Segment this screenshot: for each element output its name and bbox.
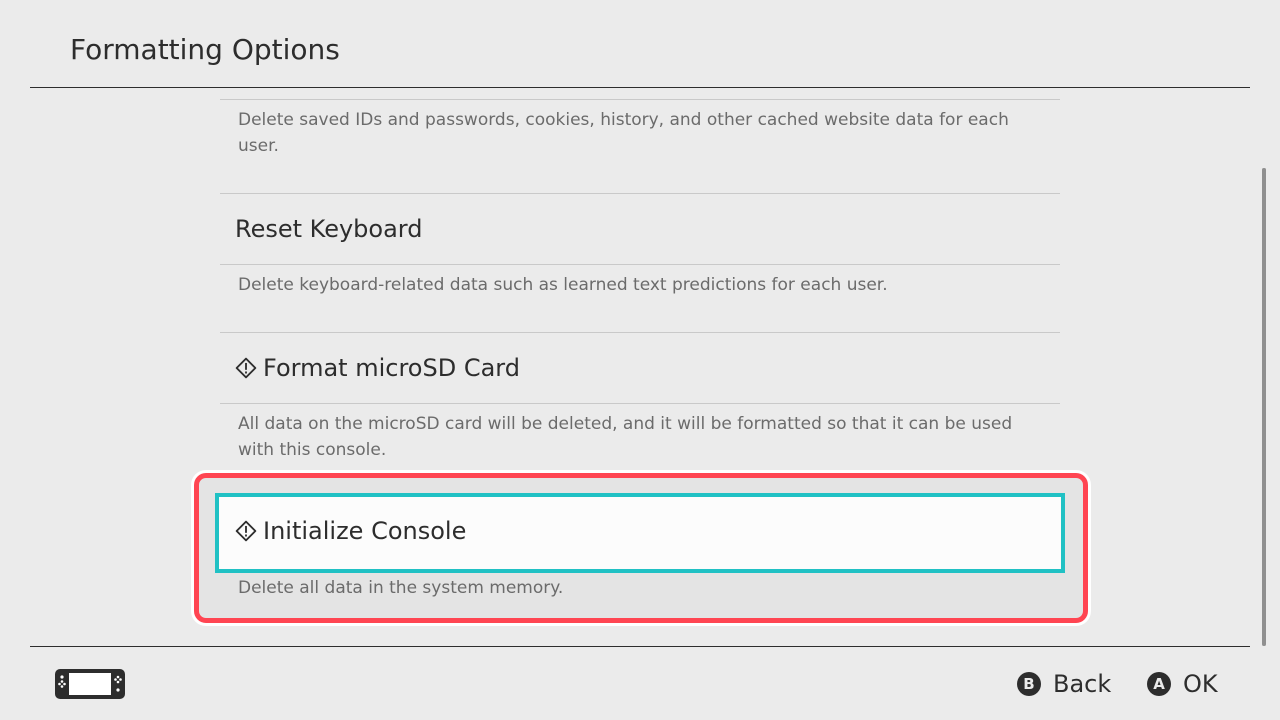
settings-list[interactable]: Delete saved IDs and passwords, cookies,… [0, 88, 1280, 646]
list-divider [220, 193, 1060, 194]
item-title: Format microSD Card [263, 354, 520, 382]
format-microsd-option[interactable]: Format microSD Card [235, 351, 520, 385]
list-divider [220, 332, 1060, 333]
back-button[interactable]: B Back [1017, 669, 1111, 699]
b-button-icon: B [1017, 672, 1041, 696]
item-description: Delete saved IDs and passwords, cookies,… [238, 110, 1009, 156]
initialize-console-option[interactable]: Initialize Console [215, 493, 1065, 573]
handheld-console-icon [55, 669, 125, 699]
item-description: Delete all data in the system memory. [238, 578, 564, 598]
item-description: All data on the microSD card will be del… [238, 414, 1013, 460]
item-title: Initialize Console [263, 517, 467, 545]
list-divider [220, 264, 1060, 265]
warning-diamond-icon [235, 520, 257, 542]
reset-keyboard-option[interactable]: Reset Keyboard [235, 212, 423, 246]
ok-button[interactable]: A OK [1147, 669, 1218, 699]
a-button-icon: A [1147, 672, 1171, 696]
header: Formatting Options [0, 0, 1280, 88]
scrollbar[interactable] [1262, 168, 1266, 646]
ok-label: OK [1183, 670, 1218, 698]
item-description: Delete keyboard-related data such as lea… [238, 275, 888, 295]
list-divider [220, 99, 1060, 100]
list-divider [220, 403, 1060, 404]
back-label: Back [1053, 670, 1112, 698]
scrollbar-thumb[interactable] [1262, 168, 1266, 646]
warning-diamond-icon [235, 357, 257, 379]
footer: B Back A OK [0, 647, 1280, 720]
item-title: Reset Keyboard [235, 215, 423, 243]
item-title-row: Initialize Console [235, 514, 466, 548]
page-title: Formatting Options [70, 33, 340, 66]
